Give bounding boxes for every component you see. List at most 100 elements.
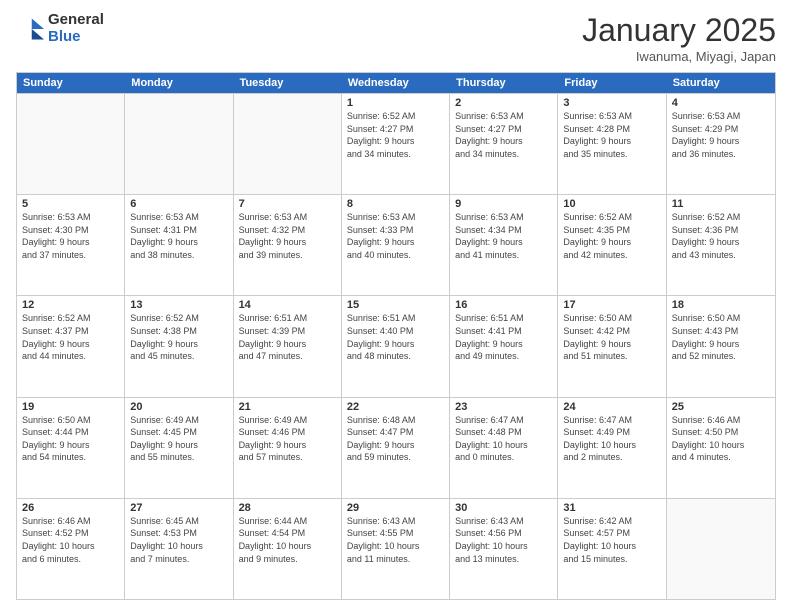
day-info: Sunrise: 6:48 AM Sunset: 4:47 PM Dayligh… — [347, 414, 444, 464]
day-info: Sunrise: 6:53 AM Sunset: 4:34 PM Dayligh… — [455, 211, 552, 261]
day-info: Sunrise: 6:53 AM Sunset: 4:27 PM Dayligh… — [455, 110, 552, 160]
day-number: 3 — [563, 97, 660, 109]
day-number: 12 — [22, 299, 119, 311]
day-info: Sunrise: 6:53 AM Sunset: 4:30 PM Dayligh… — [22, 211, 119, 261]
day-info: Sunrise: 6:53 AM Sunset: 4:31 PM Dayligh… — [130, 211, 227, 261]
calendar-cell: 7Sunrise: 6:53 AM Sunset: 4:32 PM Daylig… — [234, 195, 342, 295]
calendar-cell — [667, 499, 775, 599]
calendar-cell: 21Sunrise: 6:49 AM Sunset: 4:46 PM Dayli… — [234, 398, 342, 498]
calendar-cell: 16Sunrise: 6:51 AM Sunset: 4:41 PM Dayli… — [450, 296, 558, 396]
calendar-cell: 28Sunrise: 6:44 AM Sunset: 4:54 PM Dayli… — [234, 499, 342, 599]
logo-text: General Blue — [48, 12, 104, 45]
logo-icon — [16, 15, 44, 43]
day-info: Sunrise: 6:50 AM Sunset: 4:42 PM Dayligh… — [563, 312, 660, 362]
calendar-cell: 6Sunrise: 6:53 AM Sunset: 4:31 PM Daylig… — [125, 195, 233, 295]
day-number: 9 — [455, 198, 552, 210]
calendar-cell: 12Sunrise: 6:52 AM Sunset: 4:37 PM Dayli… — [17, 296, 125, 396]
calendar-cell: 31Sunrise: 6:42 AM Sunset: 4:57 PM Dayli… — [558, 499, 666, 599]
header-day-tuesday: Tuesday — [234, 73, 342, 93]
calendar-cell: 8Sunrise: 6:53 AM Sunset: 4:33 PM Daylig… — [342, 195, 450, 295]
calendar-cell: 10Sunrise: 6:52 AM Sunset: 4:35 PM Dayli… — [558, 195, 666, 295]
calendar-row-2: 12Sunrise: 6:52 AM Sunset: 4:37 PM Dayli… — [17, 295, 775, 396]
day-number: 24 — [563, 401, 660, 413]
day-info: Sunrise: 6:53 AM Sunset: 4:33 PM Dayligh… — [347, 211, 444, 261]
day-number: 13 — [130, 299, 227, 311]
day-info: Sunrise: 6:51 AM Sunset: 4:41 PM Dayligh… — [455, 312, 552, 362]
calendar-row-1: 5Sunrise: 6:53 AM Sunset: 4:30 PM Daylig… — [17, 194, 775, 295]
calendar-row-3: 19Sunrise: 6:50 AM Sunset: 4:44 PM Dayli… — [17, 397, 775, 498]
day-number: 19 — [22, 401, 119, 413]
day-info: Sunrise: 6:47 AM Sunset: 4:49 PM Dayligh… — [563, 414, 660, 464]
header-day-monday: Monday — [125, 73, 233, 93]
day-info: Sunrise: 6:47 AM Sunset: 4:48 PM Dayligh… — [455, 414, 552, 464]
day-info: Sunrise: 6:49 AM Sunset: 4:45 PM Dayligh… — [130, 414, 227, 464]
day-number: 4 — [672, 97, 770, 109]
day-info: Sunrise: 6:52 AM Sunset: 4:36 PM Dayligh… — [672, 211, 770, 261]
day-number: 20 — [130, 401, 227, 413]
header-day-wednesday: Wednesday — [342, 73, 450, 93]
calendar-cell — [234, 94, 342, 194]
day-info: Sunrise: 6:43 AM Sunset: 4:55 PM Dayligh… — [347, 515, 444, 565]
day-info: Sunrise: 6:50 AM Sunset: 4:44 PM Dayligh… — [22, 414, 119, 464]
day-number: 27 — [130, 502, 227, 514]
logo: General Blue — [16, 12, 104, 45]
logo-blue: Blue — [48, 29, 104, 46]
header: General Blue January 2025 Iwanuma, Miyag… — [16, 12, 776, 64]
day-number: 25 — [672, 401, 770, 413]
day-number: 14 — [239, 299, 336, 311]
day-number: 17 — [563, 299, 660, 311]
title-block: January 2025 Iwanuma, Miyagi, Japan — [582, 12, 776, 64]
logo-general: General — [48, 12, 104, 29]
day-info: Sunrise: 6:52 AM Sunset: 4:37 PM Dayligh… — [22, 312, 119, 362]
day-number: 10 — [563, 198, 660, 210]
calendar-cell: 13Sunrise: 6:52 AM Sunset: 4:38 PM Dayli… — [125, 296, 233, 396]
day-number: 1 — [347, 97, 444, 109]
calendar-row-4: 26Sunrise: 6:46 AM Sunset: 4:52 PM Dayli… — [17, 498, 775, 599]
day-info: Sunrise: 6:50 AM Sunset: 4:43 PM Dayligh… — [672, 312, 770, 362]
day-number: 26 — [22, 502, 119, 514]
calendar-cell: 17Sunrise: 6:50 AM Sunset: 4:42 PM Dayli… — [558, 296, 666, 396]
day-number: 28 — [239, 502, 336, 514]
calendar-cell: 3Sunrise: 6:53 AM Sunset: 4:28 PM Daylig… — [558, 94, 666, 194]
calendar-header: SundayMondayTuesdayWednesdayThursdayFrid… — [17, 73, 775, 93]
calendar-cell: 25Sunrise: 6:46 AM Sunset: 4:50 PM Dayli… — [667, 398, 775, 498]
day-info: Sunrise: 6:51 AM Sunset: 4:40 PM Dayligh… — [347, 312, 444, 362]
day-number: 22 — [347, 401, 444, 413]
day-number: 29 — [347, 502, 444, 514]
day-info: Sunrise: 6:53 AM Sunset: 4:32 PM Dayligh… — [239, 211, 336, 261]
day-info: Sunrise: 6:52 AM Sunset: 4:38 PM Dayligh… — [130, 312, 227, 362]
calendar-cell: 24Sunrise: 6:47 AM Sunset: 4:49 PM Dayli… — [558, 398, 666, 498]
calendar-cell: 1Sunrise: 6:52 AM Sunset: 4:27 PM Daylig… — [342, 94, 450, 194]
calendar-cell: 15Sunrise: 6:51 AM Sunset: 4:40 PM Dayli… — [342, 296, 450, 396]
calendar-cell: 9Sunrise: 6:53 AM Sunset: 4:34 PM Daylig… — [450, 195, 558, 295]
day-info: Sunrise: 6:53 AM Sunset: 4:29 PM Dayligh… — [672, 110, 770, 160]
day-info: Sunrise: 6:46 AM Sunset: 4:52 PM Dayligh… — [22, 515, 119, 565]
calendar-cell: 29Sunrise: 6:43 AM Sunset: 4:55 PM Dayli… — [342, 499, 450, 599]
header-day-saturday: Saturday — [667, 73, 775, 93]
calendar-row-0: 1Sunrise: 6:52 AM Sunset: 4:27 PM Daylig… — [17, 93, 775, 194]
day-info: Sunrise: 6:44 AM Sunset: 4:54 PM Dayligh… — [239, 515, 336, 565]
calendar-cell: 20Sunrise: 6:49 AM Sunset: 4:45 PM Dayli… — [125, 398, 233, 498]
day-info: Sunrise: 6:46 AM Sunset: 4:50 PM Dayligh… — [672, 414, 770, 464]
page: General Blue January 2025 Iwanuma, Miyag… — [0, 0, 792, 612]
day-info: Sunrise: 6:49 AM Sunset: 4:46 PM Dayligh… — [239, 414, 336, 464]
calendar-body: 1Sunrise: 6:52 AM Sunset: 4:27 PM Daylig… — [17, 93, 775, 599]
day-number: 8 — [347, 198, 444, 210]
day-number: 21 — [239, 401, 336, 413]
calendar-cell: 4Sunrise: 6:53 AM Sunset: 4:29 PM Daylig… — [667, 94, 775, 194]
day-info: Sunrise: 6:43 AM Sunset: 4:56 PM Dayligh… — [455, 515, 552, 565]
calendar-cell: 30Sunrise: 6:43 AM Sunset: 4:56 PM Dayli… — [450, 499, 558, 599]
calendar-cell: 22Sunrise: 6:48 AM Sunset: 4:47 PM Dayli… — [342, 398, 450, 498]
calendar-cell: 26Sunrise: 6:46 AM Sunset: 4:52 PM Dayli… — [17, 499, 125, 599]
calendar-cell: 14Sunrise: 6:51 AM Sunset: 4:39 PM Dayli… — [234, 296, 342, 396]
day-info: Sunrise: 6:53 AM Sunset: 4:28 PM Dayligh… — [563, 110, 660, 160]
day-number: 16 — [455, 299, 552, 311]
day-number: 23 — [455, 401, 552, 413]
calendar-cell: 18Sunrise: 6:50 AM Sunset: 4:43 PM Dayli… — [667, 296, 775, 396]
day-info: Sunrise: 6:52 AM Sunset: 4:35 PM Dayligh… — [563, 211, 660, 261]
header-day-sunday: Sunday — [17, 73, 125, 93]
calendar-cell — [17, 94, 125, 194]
day-info: Sunrise: 6:51 AM Sunset: 4:39 PM Dayligh… — [239, 312, 336, 362]
calendar-cell: 2Sunrise: 6:53 AM Sunset: 4:27 PM Daylig… — [450, 94, 558, 194]
calendar-cell: 11Sunrise: 6:52 AM Sunset: 4:36 PM Dayli… — [667, 195, 775, 295]
